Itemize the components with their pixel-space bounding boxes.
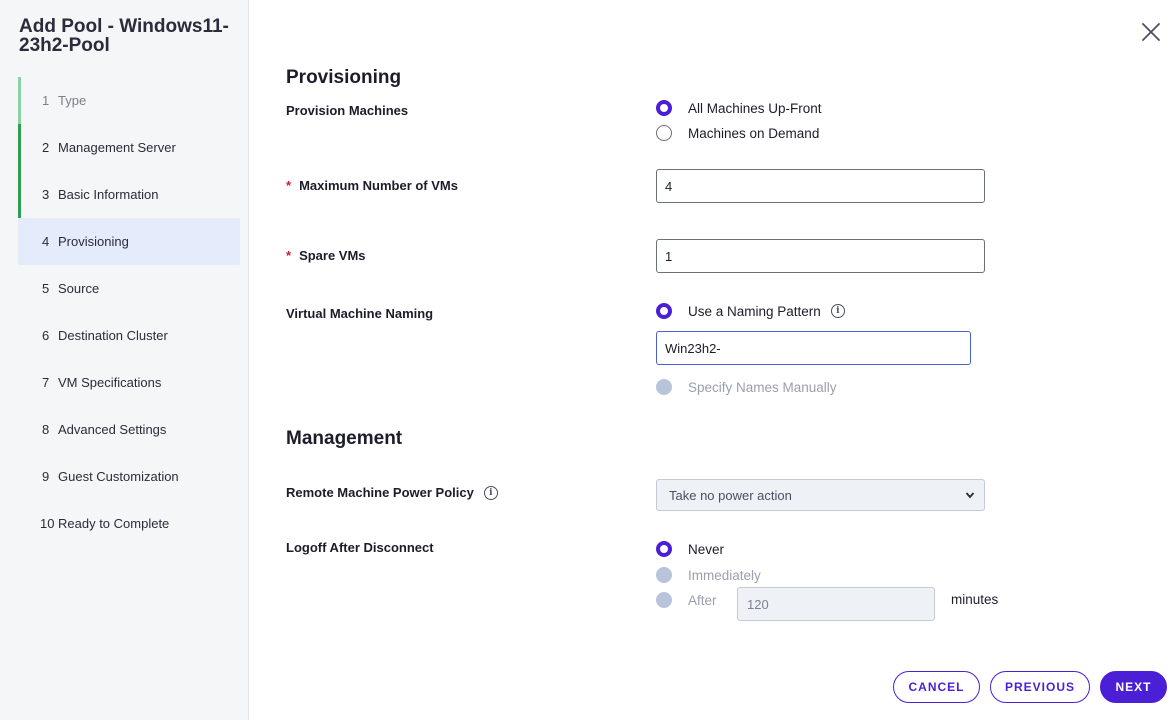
step-number: 2 bbox=[42, 140, 50, 155]
spare-vms-label: * Spare VMs bbox=[286, 248, 366, 263]
info-icon[interactable]: i bbox=[830, 304, 845, 318]
radio-label: All Machines Up-Front bbox=[688, 100, 822, 116]
step-number: 6 bbox=[42, 328, 50, 343]
step-source[interactable]: 5 Source bbox=[18, 265, 240, 312]
close-button[interactable] bbox=[1140, 21, 1162, 43]
radio-all-machines-up-front[interactable]: All Machines Up-Front bbox=[656, 98, 822, 118]
max-vms-label-text: Maximum Number of VMs bbox=[299, 178, 458, 193]
step-ready-to-complete[interactable]: 10 Ready to Complete bbox=[18, 500, 240, 547]
radio-label: Immediately bbox=[688, 567, 761, 583]
radio-disabled-icon bbox=[656, 592, 672, 608]
spare-vms-input[interactable] bbox=[656, 239, 985, 273]
radio-selected-icon bbox=[656, 100, 672, 116]
step-number: 4 bbox=[42, 234, 50, 249]
step-type[interactable]: 1 Type bbox=[18, 77, 240, 124]
radio-machines-on-demand[interactable]: Machines on Demand bbox=[656, 123, 819, 143]
step-number: 8 bbox=[42, 422, 50, 437]
power-policy-label: Remote Machine Power Policy i bbox=[286, 485, 498, 500]
naming-pattern-input[interactable] bbox=[656, 331, 971, 365]
max-vms-input[interactable] bbox=[656, 169, 985, 203]
cancel-button[interactable]: CANCEL bbox=[893, 671, 980, 703]
radio-selected-icon bbox=[656, 303, 672, 319]
radio-logoff-never[interactable]: Never bbox=[656, 539, 724, 559]
step-label: Basic Information bbox=[58, 187, 159, 202]
step-advanced-settings[interactable]: 8 Advanced Settings bbox=[18, 406, 240, 453]
max-vms-label: * Maximum Number of VMs bbox=[286, 178, 458, 193]
radio-use-naming-pattern[interactable]: Use a Naming Pattern i bbox=[656, 301, 845, 321]
next-button[interactable]: NEXT bbox=[1100, 671, 1167, 703]
step-label: Guest Customization bbox=[58, 469, 179, 484]
required-mark: * bbox=[286, 178, 292, 193]
vm-naming-label: Virtual Machine Naming bbox=[286, 306, 434, 321]
radio-logoff-immediately[interactable]: Immediately bbox=[656, 565, 761, 585]
spare-vms-label-text: Spare VMs bbox=[299, 248, 366, 263]
minutes-unit-label: minutes bbox=[951, 592, 999, 607]
step-label: Management Server bbox=[58, 140, 176, 155]
step-number: 10 bbox=[40, 516, 55, 531]
step-number: 3 bbox=[42, 187, 50, 202]
step-number: 1 bbox=[42, 93, 50, 108]
logoff-after-minutes-input[interactable] bbox=[737, 587, 935, 621]
step-management-server[interactable]: 2 Management Server bbox=[18, 124, 240, 171]
power-policy-selected-value: Take no power action bbox=[669, 487, 792, 503]
step-number: 5 bbox=[42, 281, 50, 296]
radio-disabled-icon bbox=[656, 379, 672, 395]
close-icon bbox=[1142, 23, 1160, 41]
step-number: 7 bbox=[42, 375, 50, 390]
provision-machines-label: Provision Machines bbox=[286, 103, 409, 118]
required-mark: * bbox=[286, 248, 292, 263]
step-vm-specifications[interactable]: 7 VM Specifications bbox=[18, 359, 240, 406]
step-label: Advanced Settings bbox=[58, 422, 167, 437]
radio-specify-names-manually[interactable]: Specify Names Manually bbox=[656, 377, 837, 397]
radio-disabled-icon bbox=[656, 567, 672, 583]
power-policy-label-text: Remote Machine Power Policy bbox=[286, 485, 474, 500]
step-provisioning[interactable]: 4 Provisioning bbox=[18, 218, 240, 265]
chevron-down-icon bbox=[965, 492, 975, 499]
radio-logoff-after[interactable]: After bbox=[656, 590, 717, 610]
wizard-sidebar: Add Pool - Windows11-23h2-Pool 1 Type 2 … bbox=[0, 0, 249, 720]
step-label: Ready to Complete bbox=[58, 516, 170, 531]
radio-label: Never bbox=[688, 541, 725, 557]
radio-label: Specify Names Manually bbox=[688, 379, 837, 395]
section-title-provisioning: Provisioning bbox=[286, 67, 402, 88]
radio-selected-icon bbox=[656, 541, 672, 557]
step-label: VM Specifications bbox=[58, 375, 162, 390]
step-basic-information[interactable]: 3 Basic Information bbox=[18, 171, 240, 218]
previous-button[interactable]: PREVIOUS bbox=[990, 671, 1090, 703]
step-guest-customization[interactable]: 9 Guest Customization bbox=[18, 453, 240, 500]
step-label: Type bbox=[58, 93, 87, 108]
radio-label: Machines on Demand bbox=[688, 125, 820, 141]
wizard-steps: 1 Type 2 Management Server 3 Basic Infor… bbox=[18, 77, 240, 547]
section-title-management: Management bbox=[286, 428, 403, 449]
radio-label: Use a Naming Pattern bbox=[688, 303, 821, 319]
step-number: 9 bbox=[42, 469, 50, 484]
step-destination-cluster[interactable]: 6 Destination Cluster bbox=[18, 312, 240, 359]
step-label: Provisioning bbox=[58, 234, 129, 249]
radio-label: After bbox=[688, 592, 717, 608]
step-label: Destination Cluster bbox=[58, 328, 168, 343]
power-policy-select[interactable]: Take no power action bbox=[656, 479, 985, 511]
step-label: Source bbox=[58, 281, 100, 296]
dialog-title: Add Pool - Windows11-23h2-Pool bbox=[19, 16, 229, 56]
info-icon[interactable]: i bbox=[483, 485, 498, 500]
radio-unselected-icon bbox=[656, 125, 672, 141]
logoff-label: Logoff After Disconnect bbox=[286, 540, 434, 555]
